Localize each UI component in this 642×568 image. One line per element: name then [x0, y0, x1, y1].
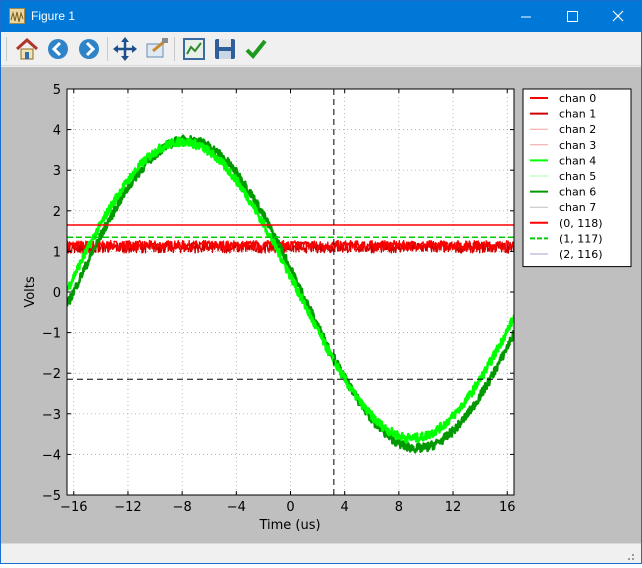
y-tick-label: 3	[53, 164, 61, 179]
subplots-icon[interactable]	[180, 35, 208, 63]
legend-label: chan 1	[559, 108, 596, 121]
x-tick-label: −16	[60, 500, 87, 515]
forward-icon[interactable]	[75, 35, 103, 63]
x-tick-label: 12	[445, 500, 462, 515]
x-tick-label: 16	[499, 500, 516, 515]
y-tick-label: −5	[42, 489, 61, 504]
chart[interactable]: −16 −12 −8 −4 0 4 8 12 16 5 4 3 2 1 0 −1 −2 −3 −4 −5 Time (…	[1, 67, 641, 543]
app-icon	[9, 8, 25, 24]
x-axis-label: Time (us)	[258, 518, 320, 533]
x-tick-label: 0	[286, 500, 294, 515]
legend-label: (2, 116)	[559, 248, 603, 261]
check-icon[interactable]	[242, 35, 270, 63]
toolbar-separator	[107, 37, 108, 61]
figure-canvas[interactable]: −16 −12 −8 −4 0 4 8 12 16 5 4 3 2 1 0 −1 −2 −3 −4 −5 Time (…	[1, 67, 641, 543]
save-icon[interactable]	[211, 35, 239, 63]
status-bar	[1, 543, 641, 563]
y-tick-label: 4	[53, 124, 61, 139]
y-axis-label: Volts	[23, 276, 38, 308]
y-tick-label: 1	[53, 245, 61, 260]
toolbar-grip	[6, 37, 7, 61]
legend-label: (1, 117)	[559, 232, 603, 245]
y-tick-label: 2	[53, 205, 61, 220]
x-tick-label: 4	[341, 500, 349, 515]
title-bar: Figure 1	[1, 1, 641, 32]
legend-label: chan 0	[559, 92, 596, 105]
y-tick-label: −1	[42, 327, 61, 342]
close-button[interactable]	[595, 1, 641, 32]
legend-label: chan 6	[559, 186, 596, 199]
legend-label: chan 7	[559, 201, 596, 214]
home-icon[interactable]	[13, 35, 41, 63]
legend: chan 0 chan 1 chan 2 chan 3 chan 4 chan 5 chan…	[522, 88, 632, 268]
x-tick-label: −8	[173, 500, 192, 515]
y-tick-label: −4	[42, 448, 61, 463]
pan-icon[interactable]	[111, 35, 139, 63]
x-tick-label: −12	[114, 500, 141, 515]
legend-label: chan 2	[559, 123, 596, 136]
zoom-icon[interactable]	[142, 35, 170, 63]
legend-label: chan 4	[559, 154, 596, 167]
maximize-button[interactable]	[549, 1, 595, 32]
x-tick-label: 8	[395, 500, 403, 515]
toolbar-separator-2	[174, 37, 175, 61]
y-tick-label: −2	[42, 367, 61, 382]
y-tick-label: −3	[42, 408, 61, 423]
y-tick-label: 0	[53, 286, 61, 301]
legend-label: chan 5	[559, 170, 596, 183]
back-icon[interactable]	[44, 35, 72, 63]
figure-window: Figure 1 −16 −12 −8 −4 0 4 8 12 16 5 4 3…	[0, 0, 642, 564]
x-tick-label: −4	[227, 500, 246, 515]
minimize-button[interactable]	[503, 1, 549, 32]
toolbar	[1, 32, 641, 66]
window-title: Figure 1	[31, 9, 76, 23]
legend-label: chan 3	[559, 139, 596, 152]
y-tick-label: 5	[53, 83, 61, 98]
legend-label: (0, 118)	[559, 217, 603, 230]
